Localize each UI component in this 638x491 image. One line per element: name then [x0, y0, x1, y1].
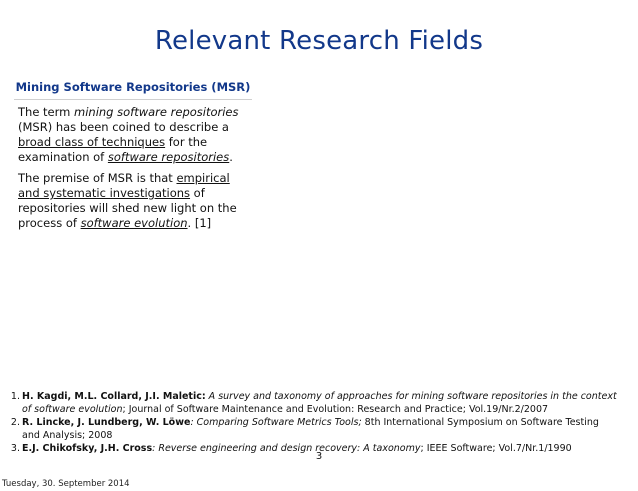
slide-title: Relevant Research Fields	[154, 26, 484, 56]
text-run: .	[229, 150, 233, 164]
page-number: 3	[315, 451, 323, 462]
reference-item: 2. R. Lincke, J. Lundberg, W. Löwe: Comp…	[6, 416, 618, 442]
text-run-underlined: broad class of techniques	[18, 135, 166, 149]
reference-item: 1. H. Kagdi, M.L. Collard, J.I. Maletic:…	[6, 390, 618, 416]
box-divider	[14, 99, 252, 100]
box-title: Mining Software Repositories (MSR)	[15, 80, 251, 94]
text-run-underlined-italic: software repositories	[107, 150, 230, 164]
reference-number: 2.	[10, 417, 20, 428]
footer-date: Tuesday, 30. September 2014	[2, 479, 130, 489]
reference-text: H. Kagdi, M.L. Collard, J.I. Maletic: A …	[22, 390, 618, 416]
reference-text: R. Lincke, J. Lundberg, W. Löwe: Compari…	[22, 416, 618, 442]
definition-paragraph: The term mining software repositories (M…	[18, 105, 252, 165]
text-run: . [1]	[187, 216, 212, 230]
reference-authors: H. Kagdi, M.L. Collard, J.I. Maletic:	[22, 391, 206, 402]
text-run-italic: mining software repositories	[74, 105, 239, 119]
text-run: (MSR) has been coined to describe a	[18, 120, 229, 134]
reference-details: ; Journal of Software Maintenance and Ev…	[122, 404, 549, 415]
text-run: The premise of MSR is that	[18, 171, 177, 185]
text-run-underlined-italic: software evolution	[80, 216, 188, 230]
reference-authors: R. Lincke, J. Lundberg, W. Löwe	[22, 417, 191, 428]
premise-paragraph: The premise of MSR is that empirical and…	[18, 171, 252, 231]
reference-title: : Comparing Software Metrics Tools;	[190, 417, 362, 428]
text-run: The term	[18, 105, 75, 119]
references-list: 1. H. Kagdi, M.L. Collard, J.I. Maletic:…	[6, 390, 618, 455]
reference-number: 1.	[10, 391, 20, 402]
msr-definition-box: Mining Software Repositories (MSR) The t…	[14, 80, 252, 231]
